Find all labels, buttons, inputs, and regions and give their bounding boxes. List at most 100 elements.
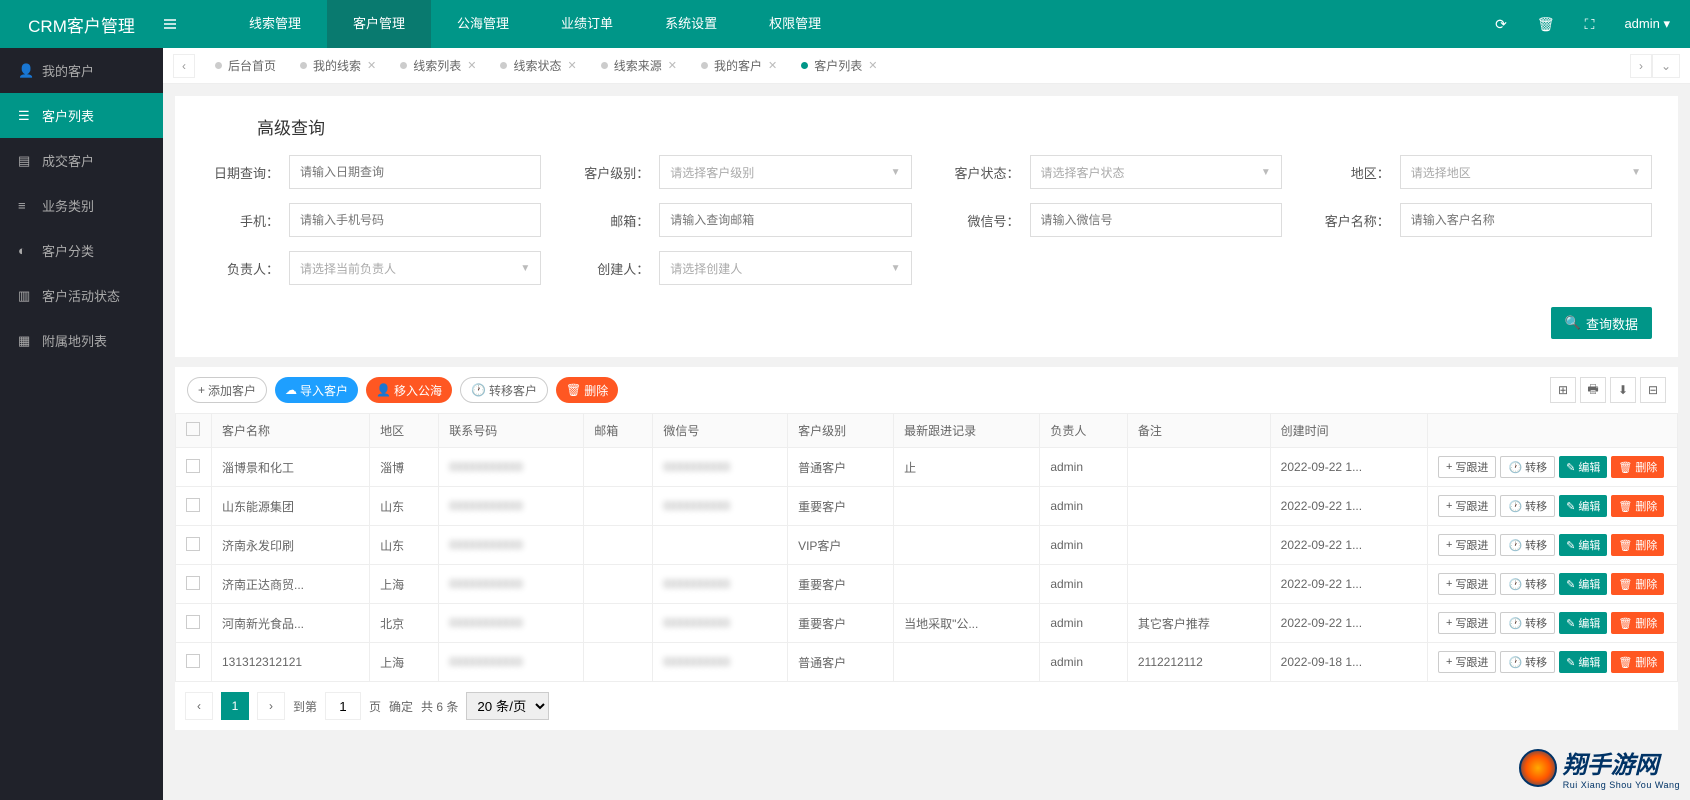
tabs-prev[interactable]: ‹ — [173, 54, 195, 78]
tabs-menu[interactable]: ⌄ — [1652, 54, 1680, 78]
confirm-button[interactable]: 确定 — [389, 698, 413, 715]
search-button[interactable]: 🔍查询数据 — [1551, 307, 1652, 339]
cell-owner: admin — [1040, 565, 1128, 604]
owner-select[interactable]: 请选择当前负责人▼ — [289, 251, 541, 285]
trash-icon[interactable]: 🗑 — [1537, 16, 1555, 33]
sidebar-item[interactable]: ◐客户分类 — [0, 228, 163, 273]
tab-close-icon[interactable]: ✕ — [868, 59, 877, 72]
sidebar-item[interactable]: ▥客户活动状态 — [0, 273, 163, 318]
tab-close-icon[interactable]: ✕ — [768, 59, 777, 72]
creator-select[interactable]: 请选择创建人▼ — [659, 251, 911, 285]
top-nav-item[interactable]: 权限管理 — [743, 0, 847, 48]
tab-close-icon[interactable]: ✕ — [467, 59, 476, 72]
region-select[interactable]: 请选择地区▼ — [1400, 155, 1652, 189]
tab[interactable]: 我的线索✕ — [288, 48, 388, 84]
row-checkbox[interactable] — [186, 459, 200, 473]
row-follow-button[interactable]: +写跟进 — [1438, 456, 1496, 478]
page-next[interactable]: › — [257, 692, 285, 720]
level-select[interactable]: 请选择客户级别▼ — [659, 155, 911, 189]
select-all-checkbox[interactable] — [186, 422, 200, 436]
page-1[interactable]: 1 — [221, 692, 249, 720]
refresh-icon[interactable]: ⟳ — [1495, 16, 1507, 33]
row-checkbox[interactable] — [186, 654, 200, 668]
columns-icon[interactable]: ⊞ — [1550, 377, 1576, 403]
row-edit-button[interactable]: ✎编辑 — [1559, 612, 1607, 634]
cell-email — [584, 565, 653, 604]
row-transfer-button[interactable]: 🕐转移 — [1500, 495, 1555, 517]
top-nav-item[interactable]: 公海管理 — [431, 0, 535, 48]
row-checkbox[interactable] — [186, 498, 200, 512]
top-nav-item[interactable]: 客户管理 — [327, 0, 431, 48]
date-input[interactable] — [289, 155, 541, 189]
tab-close-icon[interactable]: ✕ — [568, 59, 577, 72]
tab[interactable]: 线索列表✕ — [388, 48, 488, 84]
tab[interactable]: 后台首页 — [203, 48, 288, 84]
status-select[interactable]: 请选择客户状态▼ — [1030, 155, 1282, 189]
tab[interactable]: 我的客户✕ — [689, 48, 789, 84]
row-follow-button[interactable]: +写跟进 — [1438, 495, 1496, 517]
row-edit-button[interactable]: ✎编辑 — [1559, 651, 1607, 673]
row-checkbox[interactable] — [186, 615, 200, 629]
row-follow-button[interactable]: +写跟进 — [1438, 573, 1496, 595]
row-edit-button[interactable]: ✎编辑 — [1559, 456, 1607, 478]
sidebar-item[interactable]: ▤成交客户 — [0, 138, 163, 183]
row-checkbox[interactable] — [186, 537, 200, 551]
per-page-select[interactable]: 20 条/页 — [466, 692, 549, 720]
row-delete-button[interactable]: 🗑删除 — [1611, 651, 1664, 673]
row-delete-button[interactable]: 🗑删除 — [1611, 495, 1664, 517]
email-label: 邮箱： — [571, 211, 649, 230]
print-icon[interactable]: 🖶 — [1580, 377, 1606, 403]
wechat-input[interactable] — [1030, 203, 1282, 237]
delete-button[interactable]: 🗑删除 — [556, 377, 618, 403]
fullscreen-icon[interactable]: ⛶ — [1585, 16, 1595, 33]
top-nav-item[interactable]: 业绩订单 — [535, 0, 639, 48]
page-prev[interactable]: ‹ — [185, 692, 213, 720]
row-delete-button[interactable]: 🗑删除 — [1611, 456, 1664, 478]
tab[interactable]: 线索来源✕ — [589, 48, 689, 84]
sidebar-item[interactable]: 👤我的客户 — [0, 48, 163, 93]
row-edit-button[interactable]: ✎编辑 — [1559, 573, 1607, 595]
tab[interactable]: 线索状态✕ — [488, 48, 588, 84]
tab-dot-icon — [801, 62, 808, 69]
tab-dot-icon — [500, 62, 507, 69]
row-follow-button[interactable]: +写跟进 — [1438, 612, 1496, 634]
phone-input[interactable] — [289, 203, 541, 237]
row-transfer-button[interactable]: 🕐转移 — [1500, 534, 1555, 556]
row-edit-button[interactable]: ✎编辑 — [1559, 534, 1607, 556]
sidebar-item[interactable]: ☰客户列表 — [0, 93, 163, 138]
admin-menu[interactable]: admin ▾ — [1624, 16, 1670, 32]
sidebar-item[interactable]: ≡业务类别 — [0, 183, 163, 228]
row-edit-button[interactable]: ✎编辑 — [1559, 495, 1607, 517]
top-nav-item[interactable]: 系统设置 — [639, 0, 743, 48]
row-delete-button[interactable]: 🗑删除 — [1611, 534, 1664, 556]
row-transfer-button[interactable]: 🕐转移 — [1500, 456, 1555, 478]
export-icon[interactable]: ⬇ — [1610, 377, 1636, 403]
name-input[interactable] — [1400, 203, 1652, 237]
settings-icon[interactable]: ⊟ — [1640, 377, 1666, 403]
search-title: 高级查询 — [257, 114, 1652, 139]
row-delete-button[interactable]: 🗑删除 — [1611, 573, 1664, 595]
tab-close-icon[interactable]: ✕ — [668, 59, 677, 72]
tabs-next[interactable]: › — [1630, 54, 1652, 78]
to-public-button[interactable]: 👤移入公海 — [366, 377, 452, 403]
transfer-button[interactable]: 🕐转移客户 — [460, 377, 548, 403]
cell-level: 重要客户 — [788, 487, 894, 526]
tab-close-icon[interactable]: ✕ — [367, 59, 376, 72]
row-follow-button[interactable]: +写跟进 — [1438, 651, 1496, 673]
sidebar-toggle[interactable] — [163, 17, 223, 31]
goto-input[interactable] — [325, 692, 361, 720]
row-transfer-button[interactable]: 🕐转移 — [1500, 573, 1555, 595]
email-input[interactable] — [659, 203, 911, 237]
row-checkbox[interactable] — [186, 576, 200, 590]
cell-created: 2022-09-18 1... — [1270, 643, 1427, 682]
tab[interactable]: 客户列表✕ — [789, 48, 889, 84]
row-delete-button[interactable]: 🗑删除 — [1611, 612, 1664, 634]
top-nav-item[interactable]: 线索管理 — [223, 0, 327, 48]
sidebar-item[interactable]: ▦附属地列表 — [0, 318, 163, 363]
row-transfer-button[interactable]: 🕐转移 — [1500, 612, 1555, 634]
import-customer-button[interactable]: ☁导入客户 — [275, 377, 358, 403]
row-transfer-button[interactable]: 🕐转移 — [1500, 651, 1555, 673]
add-customer-button[interactable]: +添加客户 — [187, 377, 267, 403]
row-follow-button[interactable]: +写跟进 — [1438, 534, 1496, 556]
table-header: 最新跟进记录 — [894, 414, 1040, 448]
